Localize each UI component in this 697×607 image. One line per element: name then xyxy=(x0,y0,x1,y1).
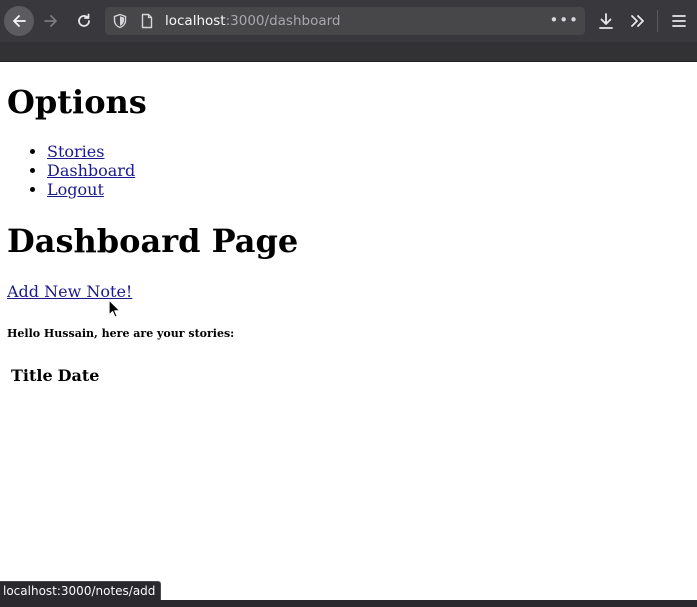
logout-link[interactable]: Logout xyxy=(47,180,104,199)
nav-item-stories: Stories xyxy=(47,142,135,161)
url-host: localhost xyxy=(165,13,226,29)
greeting-text: Hello Hussain, here are your stories: xyxy=(7,327,235,340)
shield-icon[interactable] xyxy=(112,13,128,29)
page-actions-menu[interactable]: ••• xyxy=(549,7,579,35)
options-heading: Options xyxy=(7,83,147,121)
options-nav-list: Stories Dashboard Logout xyxy=(0,142,135,199)
url-text[interactable]: localhost:3000/dashboard xyxy=(165,7,340,35)
stories-link[interactable]: Stories xyxy=(47,142,104,161)
browser-toolbar: localhost:3000/dashboard ••• xyxy=(0,0,697,42)
page-info-icon[interactable] xyxy=(139,13,155,29)
back-button[interactable] xyxy=(4,6,34,36)
toolbar-separator xyxy=(657,10,658,32)
mouse-cursor-icon xyxy=(108,299,121,318)
column-header-title: Title xyxy=(11,366,53,385)
column-header-date: Date xyxy=(57,366,100,385)
dashboard-link[interactable]: Dashboard xyxy=(47,161,135,180)
arrow-right-icon xyxy=(44,15,57,27)
reload-button[interactable] xyxy=(69,6,99,36)
stories-table: Title Date xyxy=(7,362,103,389)
nav-item-logout: Logout xyxy=(47,180,135,199)
url-bar[interactable]: localhost:3000/dashboard ••• xyxy=(105,7,585,35)
status-bar-url: localhost:3000/notes/add xyxy=(0,581,162,601)
toolbar-bottom-strip xyxy=(0,42,697,62)
window-bottom-edge xyxy=(0,600,697,607)
arrow-left-icon xyxy=(13,15,26,27)
forward-button[interactable] xyxy=(36,6,66,36)
reload-icon xyxy=(78,13,90,27)
nav-item-dashboard: Dashboard xyxy=(47,161,135,180)
hamburger-menu-icon[interactable] xyxy=(669,11,689,31)
page-content: Options Stories Dashboard Logout Dashboa… xyxy=(0,62,697,600)
table-header-row: Title Date xyxy=(10,365,100,386)
url-path: :3000/dashboard xyxy=(225,13,341,29)
dashboard-heading: Dashboard Page xyxy=(7,222,299,260)
chevron-double-right-icon[interactable] xyxy=(628,11,648,31)
download-icon[interactable] xyxy=(596,11,616,31)
